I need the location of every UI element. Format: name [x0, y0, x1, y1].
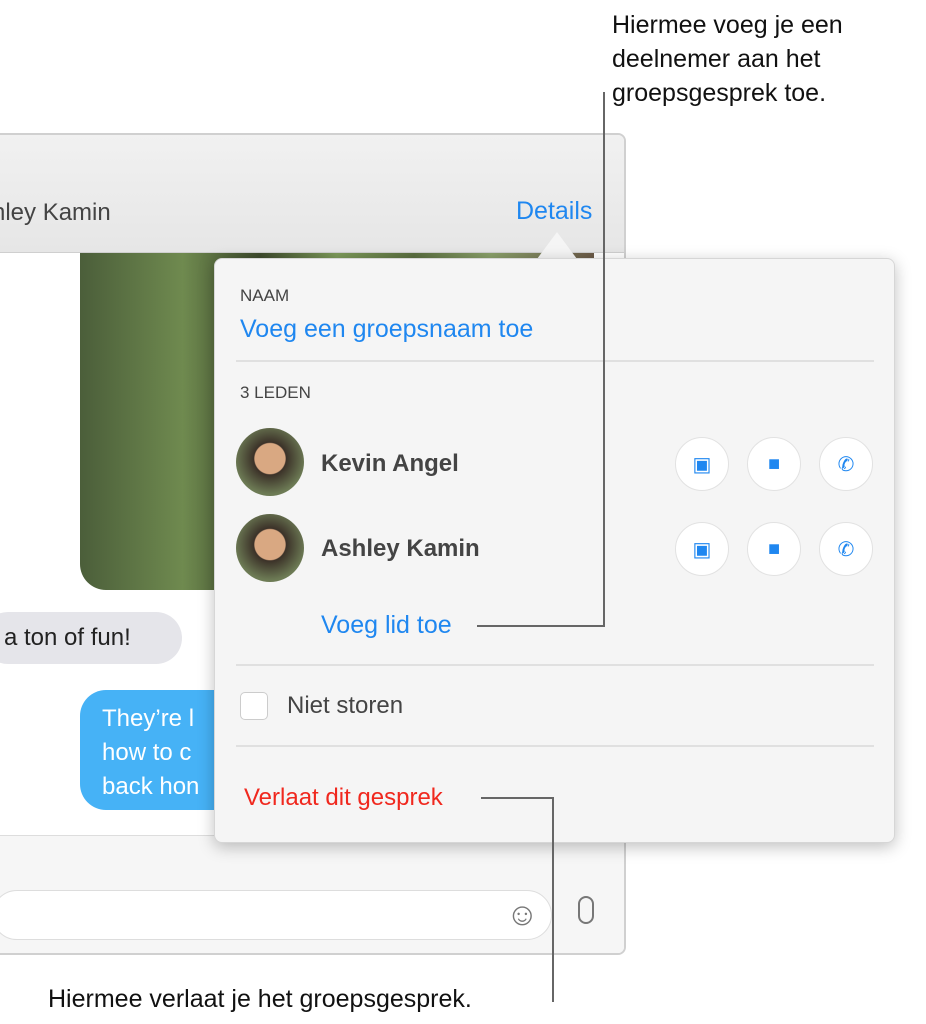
details-button[interactable]: Details	[516, 197, 592, 226]
add-member-button[interactable]: Voeg lid toe	[321, 611, 452, 640]
avatar	[236, 428, 304, 496]
details-popover: NAAM Voeg een groepsnaam toe 3 LEDEN Kev…	[214, 258, 895, 843]
video-icon[interactable]: ■	[747, 522, 801, 576]
avatar	[236, 514, 304, 582]
callout-add-member: Hiermee voeg je een deelnemer aan het gr…	[612, 11, 843, 107]
do-not-disturb-label: Niet storen	[287, 692, 404, 719]
name-label: NAAM	[240, 286, 290, 305]
member-name: Kevin Angel	[321, 450, 459, 477]
message-icon[interactable]: ▣	[675, 437, 729, 491]
callout-line	[477, 625, 605, 627]
video-icon[interactable]: ■	[747, 437, 801, 491]
conversation-title: hley Kamin	[0, 199, 111, 226]
members-label: 3 LEDEN	[240, 383, 311, 402]
leave-conversation-button[interactable]: Verlaat dit gesprek	[244, 784, 443, 812]
message-bubble-received: a ton of fun!	[0, 612, 182, 664]
conversation-header: hley Kamin Details	[0, 135, 624, 253]
divider	[236, 664, 874, 666]
microphone-icon[interactable]	[578, 896, 594, 924]
callout-line	[552, 797, 554, 1002]
message-icon[interactable]: ▣	[675, 522, 729, 576]
divider	[236, 745, 874, 747]
compose-bar: ☺	[0, 835, 624, 953]
group-name-input[interactable]: Voeg een groepsnaam toe	[240, 315, 533, 344]
popover-arrow	[537, 232, 577, 259]
callout-leave: Hiermee verlaat je het groepsgesprek.	[48, 985, 472, 1013]
phone-icon[interactable]: ✆	[819, 522, 873, 576]
callout-line	[603, 92, 605, 627]
member-name: Ashley Kamin	[321, 535, 480, 562]
divider	[236, 360, 874, 362]
callout-line	[481, 797, 554, 799]
do-not-disturb-checkbox[interactable]	[240, 692, 268, 720]
phone-icon[interactable]: ✆	[819, 437, 873, 491]
emoji-icon[interactable]: ☺	[506, 896, 539, 933]
message-input[interactable]	[0, 890, 552, 940]
